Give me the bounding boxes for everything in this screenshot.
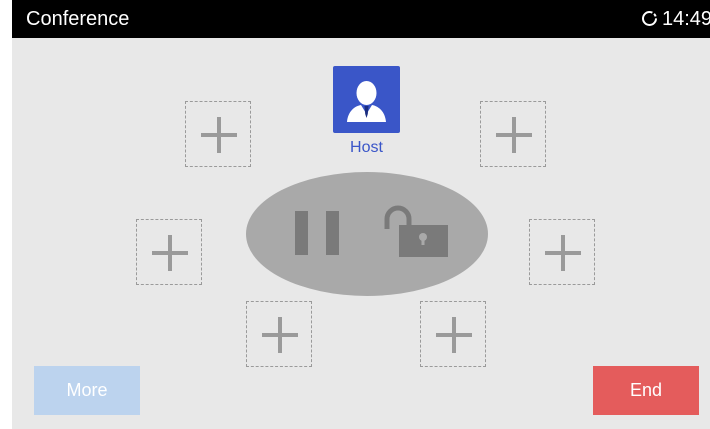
add-participant-slot-bottom-right[interactable] (420, 301, 486, 367)
status-bar: Conference 14:49 (12, 0, 710, 38)
plus-icon (201, 117, 237, 153)
end-button[interactable]: End (593, 366, 699, 415)
conference-screen: Conference 14:49 Host More End (0, 0, 710, 429)
host-avatar[interactable] (333, 66, 400, 133)
sync-icon (641, 10, 658, 27)
pause-icon[interactable] (295, 211, 341, 260)
host-label: Host (350, 139, 383, 156)
plus-icon (496, 117, 532, 153)
add-participant-slot-middle-left[interactable] (136, 219, 202, 285)
more-button[interactable]: More (34, 366, 140, 415)
add-participant-slot-bottom-left[interactable] (246, 301, 312, 367)
add-participant-slot-top-right[interactable] (480, 101, 546, 167)
left-edge (0, 0, 12, 429)
person-icon (347, 81, 386, 122)
plus-icon (545, 235, 581, 271)
add-participant-slot-top-left[interactable] (185, 101, 251, 167)
plus-icon (152, 235, 188, 271)
clock: 14:49 (662, 8, 710, 30)
conference-control-panel (246, 172, 488, 296)
plus-icon (436, 317, 472, 353)
plus-icon (262, 317, 298, 353)
page-title: Conference (26, 8, 130, 30)
add-participant-slot-middle-right[interactable] (529, 219, 595, 285)
unlock-icon[interactable] (383, 205, 449, 262)
